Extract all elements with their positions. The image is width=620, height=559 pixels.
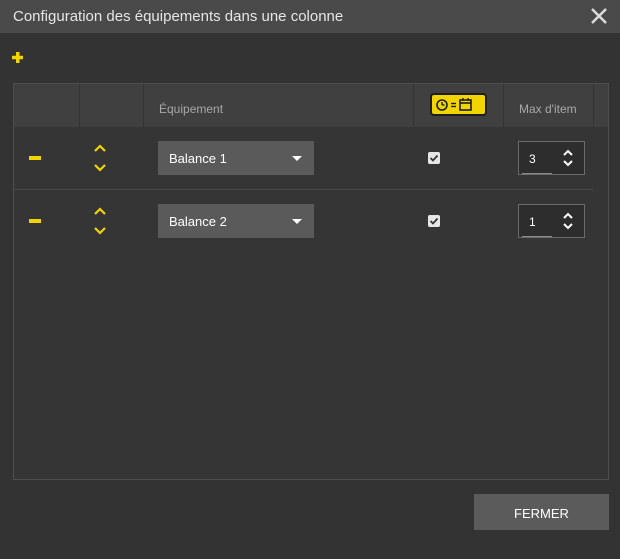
dialog-title: Configuration des équipements dans une c…: [13, 8, 344, 25]
header-max-items: Max d'item: [519, 102, 577, 116]
header-separator: [503, 84, 504, 127]
close-icon[interactable]: [588, 5, 610, 27]
row-checkbox[interactable]: [428, 152, 440, 164]
chevron-down-icon: [292, 219, 302, 224]
equipment-select-value: Balance 2: [169, 214, 227, 229]
max-items-value: 1: [529, 215, 536, 229]
stepper-arrows-icon[interactable]: [562, 148, 574, 168]
equipment-select[interactable]: Balance 1: [158, 141, 314, 175]
header-separator: [143, 84, 144, 127]
row-checkbox[interactable]: [428, 215, 440, 227]
plus-icon[interactable]: [11, 51, 24, 64]
chevron-down-icon: [292, 156, 302, 161]
header-separator: [79, 84, 80, 127]
equipment-table: Équipement Max d'item Balance 1 3 Balanc…: [13, 83, 609, 480]
equipment-select-value: Balance 1: [169, 151, 227, 166]
remove-row-button[interactable]: [29, 219, 41, 223]
header-equipment: Équipement: [159, 102, 224, 116]
max-items-stepper[interactable]: 3: [518, 141, 585, 175]
header-separator: [593, 84, 594, 127]
close-dialog-label: FERMER: [514, 506, 569, 521]
stepper-underline: [522, 173, 552, 174]
clock-equals-calendar-icon[interactable]: [430, 93, 487, 116]
max-items-stepper[interactable]: 1: [518, 204, 585, 238]
reorder-arrows-icon[interactable]: [92, 205, 108, 237]
reorder-arrows-icon[interactable]: [92, 142, 108, 174]
equipment-config-dialog: Configuration des équipements dans une c…: [0, 0, 620, 559]
header-separator: [413, 84, 414, 127]
stepper-arrows-icon[interactable]: [562, 211, 574, 231]
table-row: Balance 1 3: [14, 127, 608, 189]
equipment-select[interactable]: Balance 2: [158, 204, 314, 238]
dialog-titlebar: Configuration des équipements dans une c…: [0, 0, 620, 33]
max-items-value: 3: [529, 152, 536, 166]
stepper-underline: [522, 236, 552, 237]
close-dialog-button[interactable]: FERMER: [474, 494, 609, 530]
table-header: Équipement Max d'item: [14, 84, 608, 127]
table-row: Balance 2 1: [14, 190, 608, 252]
remove-row-button[interactable]: [29, 156, 41, 160]
